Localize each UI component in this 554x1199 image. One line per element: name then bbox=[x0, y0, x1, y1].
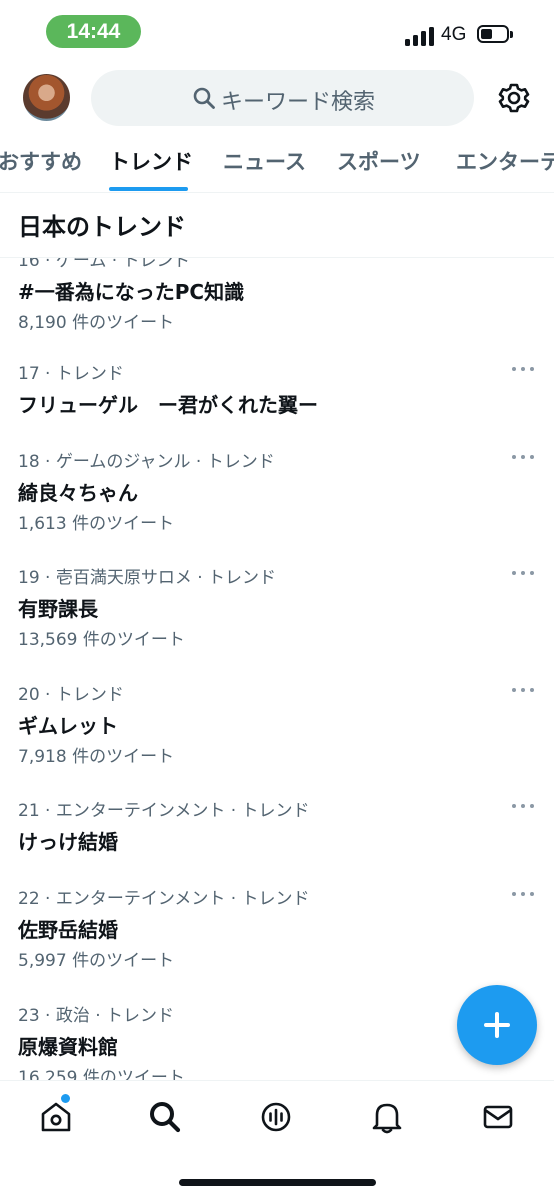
trend-meta: 16 · ゲーム · トレンド bbox=[18, 258, 191, 271]
search-input[interactable]: キーワード検索 bbox=[91, 70, 474, 126]
home-indicator[interactable] bbox=[179, 1179, 376, 1186]
trend-meta: 19 · 壱百満天原サロメ · トレンド bbox=[18, 568, 277, 588]
gear-icon[interactable] bbox=[495, 79, 533, 117]
trend-count: 16,259 件のツイート bbox=[18, 1068, 185, 1080]
home-icon[interactable] bbox=[38, 1099, 74, 1135]
trend-count: 1,613 件のツイート bbox=[18, 514, 175, 534]
trend-count: 8,190 件のツイート bbox=[18, 313, 175, 333]
trend-meta: 18 · ゲームのジャンル · トレンド bbox=[18, 452, 275, 472]
tab-entertainment[interactable]: エンターテ bbox=[456, 146, 554, 176]
trend-count: 7,918 件のツイート bbox=[18, 747, 175, 767]
notification-dot bbox=[61, 1094, 70, 1103]
trend-meta: 23 · 政治 · トレンド bbox=[18, 1006, 175, 1026]
compose-button[interactable] bbox=[457, 985, 537, 1065]
more-options-icon[interactable] bbox=[510, 888, 536, 900]
trend-name: 佐野岳結婚 bbox=[18, 918, 118, 942]
signal-icon bbox=[405, 26, 435, 46]
trend-meta: 22 · エンターテインメント · トレンド bbox=[18, 889, 310, 909]
trend-list: 16 · ゲーム · トレンド #一番為になったPC知識 8,190 件のツイー… bbox=[0, 258, 554, 1080]
trend-name: #一番為になったPC知識 bbox=[18, 280, 245, 304]
trend-name: 有野課長 bbox=[18, 597, 98, 621]
status-bar: 14:44 4G bbox=[0, 0, 554, 64]
active-tab-indicator bbox=[109, 187, 188, 191]
trend-count: 13,569 件のツイート bbox=[18, 630, 185, 650]
more-options-icon[interactable] bbox=[510, 800, 536, 812]
mail-icon[interactable] bbox=[480, 1099, 516, 1135]
trend-name: 綺良々ちゃん bbox=[18, 481, 138, 505]
trend-count: 5,997 件のツイート bbox=[18, 951, 175, 971]
search-icon bbox=[193, 87, 215, 109]
trend-meta: 21 · エンターテインメント · トレンド bbox=[18, 801, 310, 821]
status-time[interactable]: 14:44 bbox=[46, 15, 141, 48]
trend-name: フリューゲル ー君がくれた翼ー bbox=[18, 393, 318, 417]
more-options-icon[interactable] bbox=[510, 567, 536, 579]
more-options-icon[interactable] bbox=[510, 363, 536, 375]
screen: 14:44 4G キーワード検索 おすすめ トレンド ニュース スポーツ エンタ… bbox=[0, 0, 554, 1199]
more-options-icon[interactable] bbox=[510, 684, 536, 696]
tab-news[interactable]: ニュース bbox=[223, 146, 306, 176]
search-placeholder: キーワード検索 bbox=[221, 90, 376, 115]
bell-icon[interactable] bbox=[369, 1099, 405, 1135]
trend-name: 原爆資料館 bbox=[18, 1035, 118, 1059]
tab-trends[interactable]: トレンド bbox=[109, 146, 193, 176]
tab-sports[interactable]: スポーツ bbox=[337, 146, 421, 176]
battery-icon bbox=[477, 25, 513, 45]
more-options-icon[interactable] bbox=[510, 451, 536, 463]
trend-name: ギムレット bbox=[18, 714, 118, 738]
tab-recommended[interactable]: おすすめ bbox=[0, 146, 82, 176]
page-title: 日本のトレンド bbox=[18, 213, 186, 241]
spaces-icon[interactable] bbox=[258, 1099, 294, 1135]
avatar[interactable] bbox=[23, 74, 70, 121]
search-icon[interactable] bbox=[147, 1099, 183, 1135]
trend-name: けっけ結婚 bbox=[18, 830, 118, 854]
network-label: 4G bbox=[441, 24, 467, 45]
explore-tabs: おすすめ トレンド ニュース スポーツ エンターテ bbox=[0, 130, 554, 193]
trend-meta: 17 · トレンド bbox=[18, 364, 124, 384]
trend-meta: 20 · トレンド bbox=[18, 685, 124, 705]
